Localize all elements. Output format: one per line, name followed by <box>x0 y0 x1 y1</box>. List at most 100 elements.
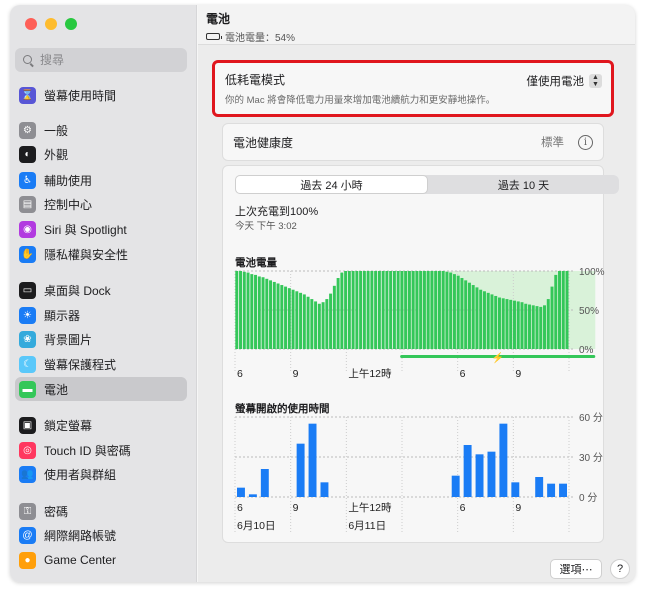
y-tick-label: 0% <box>579 345 594 356</box>
last-charged-time: 今天 下午 3:02 <box>235 221 297 232</box>
battery-level-bar <box>426 271 430 349</box>
sidebar-item-label: 桌面與 Dock <box>44 283 111 298</box>
battery-level-icon <box>206 33 222 40</box>
battery-level-bar <box>284 286 288 349</box>
battery-level-bar <box>287 288 291 349</box>
battery-level-bar <box>415 271 419 349</box>
battery-level-bar <box>291 289 295 349</box>
last-charged-label: 上次充電到100% <box>235 206 319 218</box>
usage-bar <box>308 423 317 497</box>
battery-level-bar <box>351 271 355 349</box>
x-tick-label: 9 <box>293 368 299 380</box>
battery-level-bar <box>272 281 276 349</box>
sidebar-item-1[interactable]: ⚙ 一般 <box>15 118 187 142</box>
sidebar-item-label: 使用者與群組 <box>44 467 117 482</box>
accessibility-icon: ♿ <box>19 171 36 189</box>
battery-health-label: 電池健康度 <box>233 135 294 150</box>
sidebar-item-3[interactable]: ♿ 輔助使用 <box>15 168 187 192</box>
usage-bar <box>451 475 460 497</box>
sidebar-item-13[interactable]: ◎ Touch ID 與密碼 <box>15 438 187 462</box>
battery-level-bar <box>430 271 434 349</box>
battery-level-bar <box>554 274 558 349</box>
search-box[interactable] <box>15 48 187 72</box>
battery-level-bar <box>295 291 299 349</box>
y-tick-label: 50% <box>579 306 599 317</box>
battery-level-bar <box>276 283 280 349</box>
battery-level-bar <box>456 275 460 349</box>
time-range-segmented-control: 過去 24 小時 過去 10 天 <box>235 175 619 194</box>
battery-level-bar <box>306 296 310 349</box>
close-button[interactable] <box>25 18 37 30</box>
battery-level-bar <box>374 271 378 349</box>
search-input[interactable] <box>40 53 180 67</box>
sidebar-item-11[interactable]: ▬ 電池 <box>15 377 187 401</box>
battery-level-bar <box>366 271 370 349</box>
help-button[interactable]: ? <box>610 559 630 579</box>
battery-level-bar <box>419 271 423 349</box>
sidebar-item-8[interactable]: ☀ 顯示器 <box>15 303 187 327</box>
minimize-button[interactable] <box>45 18 57 30</box>
sidebar-item-label: 網際網路帳號 <box>44 528 117 543</box>
sidebar-item-label: 控制中心 <box>44 197 93 212</box>
usage-bar <box>535 477 544 497</box>
x-tick-label: 6 <box>460 502 466 514</box>
battery-level-bar <box>404 271 408 349</box>
usage-history-panel: 過去 24 小時 過去 10 天 上次充電到100% 今天 下午 3:02 電池… <box>222 165 619 543</box>
battery-level-bar <box>261 277 265 349</box>
control-center-icon: ▤ <box>19 195 36 213</box>
x-tick-label: 9 <box>293 502 299 514</box>
hourglass-icon: ⌛ <box>19 86 36 104</box>
usage-bar <box>487 451 496 497</box>
zoom-button[interactable] <box>65 18 77 30</box>
chevron-updown-icon: ▲ ▼ <box>589 74 602 88</box>
sidebar-item-9[interactable]: ❀ 背景圖片 <box>15 327 187 351</box>
options-button[interactable]: 選項⋯ <box>550 559 602 579</box>
battery-level-chart: ⚡⚡100%50%0%69上午12時69下午12時 <box>234 267 605 380</box>
usage-bar <box>296 443 305 497</box>
battery-level-bar <box>377 271 381 349</box>
screen-on-usage-chart: 60 分30 分0 分69上午12時69下午12時6月10日6月11日 <box>234 412 603 533</box>
battery-level-bar <box>490 294 494 349</box>
fingerprint-icon: ◎ <box>19 441 36 459</box>
battery-level-bar <box>254 274 258 349</box>
y-tick-label: 0 分 <box>579 492 597 504</box>
usage-bar <box>511 482 520 497</box>
battery-level-bar <box>302 294 306 349</box>
battery-level-bar <box>452 274 456 349</box>
battery-level-bar <box>535 306 539 349</box>
wallpaper-icon: ❀ <box>19 330 36 348</box>
usage-bar <box>463 445 472 497</box>
battery-health-row: 電池健康度 標準 i <box>222 123 604 161</box>
battery-level-bar <box>509 299 513 349</box>
battery-level-bar <box>531 305 535 349</box>
charging-bolt-icon: ⚡ <box>491 351 503 364</box>
sidebar-item-label: 隱私權與安全性 <box>44 247 129 262</box>
sidebar-item-4[interactable]: ▤ 控制中心 <box>15 192 187 216</box>
battery-level-bar <box>299 292 303 349</box>
low-power-select[interactable]: 僅使用電池 ▲ ▼ <box>527 73 602 89</box>
tab-last-24-hours[interactable]: 過去 24 小時 <box>235 175 428 194</box>
battery-level-bar <box>325 299 329 349</box>
usage-bar <box>237 487 245 497</box>
sidebar-item-5[interactable]: ◉ Siri 與 Spotlight <box>15 217 187 241</box>
battery-level-bar <box>340 272 344 349</box>
sidebar-item-15[interactable]: ⚿ 密碼 <box>15 499 187 523</box>
search-icon <box>23 54 34 66</box>
battery-level-bar <box>520 302 524 349</box>
battery-level-bar <box>392 271 396 349</box>
sidebar-item-label: 螢幕使用時間 <box>44 88 117 103</box>
info-icon[interactable]: i <box>578 134 593 150</box>
sidebar-item-14[interactable]: 👥 使用者與群組 <box>15 462 187 486</box>
sidebar-item-0[interactable]: ⌛ 螢幕使用時間 <box>15 83 187 107</box>
sidebar-item-10[interactable]: ☾ 螢幕保護程式 <box>15 352 187 376</box>
sidebar-item-2[interactable]: ◐ 外觀 <box>15 142 187 166</box>
sidebar-item-6[interactable]: ✋ 隱私權與安全性 <box>15 242 187 266</box>
tab-last-10-days[interactable]: 過去 10 天 <box>428 175 619 194</box>
battery-level-bar <box>370 271 374 349</box>
usage-bar <box>475 454 484 497</box>
sidebar-item-7[interactable]: ▭ 桌面與 Dock <box>15 278 187 302</box>
sidebar-item-label: Game Center <box>44 553 117 567</box>
sidebar-item-16[interactable]: @ 網際網路帳號 <box>15 523 187 547</box>
sidebar-item-12[interactable]: ▣ 鎖定螢幕 <box>15 413 187 437</box>
sidebar-item-17[interactable]: ● Game Center <box>15 548 187 572</box>
